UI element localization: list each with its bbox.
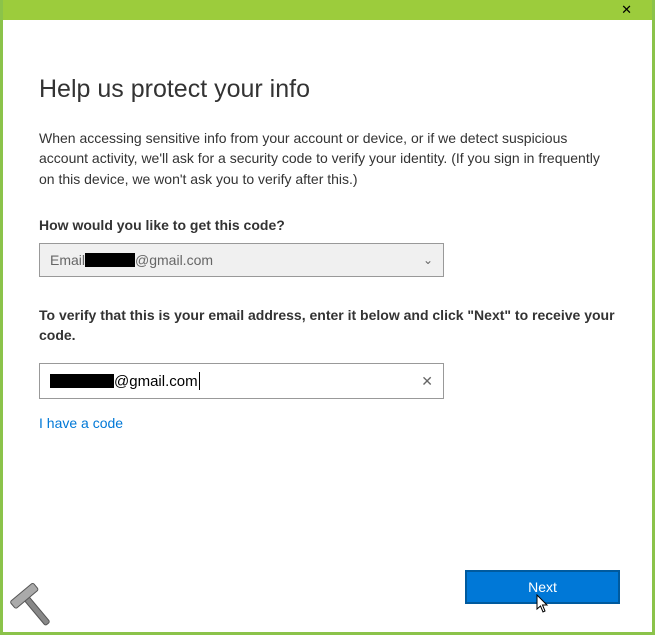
description-text: When accessing sensitive info from your … [39, 128, 616, 189]
verify-instruction: To verify that this is your email addres… [39, 305, 616, 346]
chevron-down-icon: ⌄ [423, 253, 433, 267]
redacted-text [50, 374, 114, 388]
page-title: Help us protect your info [39, 75, 616, 104]
next-button[interactable]: Next [465, 570, 620, 604]
have-code-link[interactable]: I have a code [39, 415, 616, 431]
close-icon[interactable]: ✕ [613, 0, 640, 20]
method-label: How would you like to get this code? [39, 217, 616, 233]
dropdown-selected-text: Email @gmail.com [50, 252, 213, 268]
titlebar: ✕ [3, 0, 652, 20]
hammer-watermark-icon [5, 582, 65, 632]
dialog-window: ✕ Help us protect your info When accessi… [0, 0, 655, 635]
email-input[interactable]: @gmail.com ✕ [39, 363, 444, 399]
dialog-content: Help us protect your info When accessing… [3, 20, 652, 451]
redacted-text [85, 253, 135, 267]
verification-method-dropdown[interactable]: Email @gmail.com ⌄ [39, 243, 444, 277]
clear-input-icon[interactable]: ✕ [421, 373, 433, 390]
text-cursor [199, 372, 200, 390]
email-input-value: @gmail.com [50, 372, 200, 390]
